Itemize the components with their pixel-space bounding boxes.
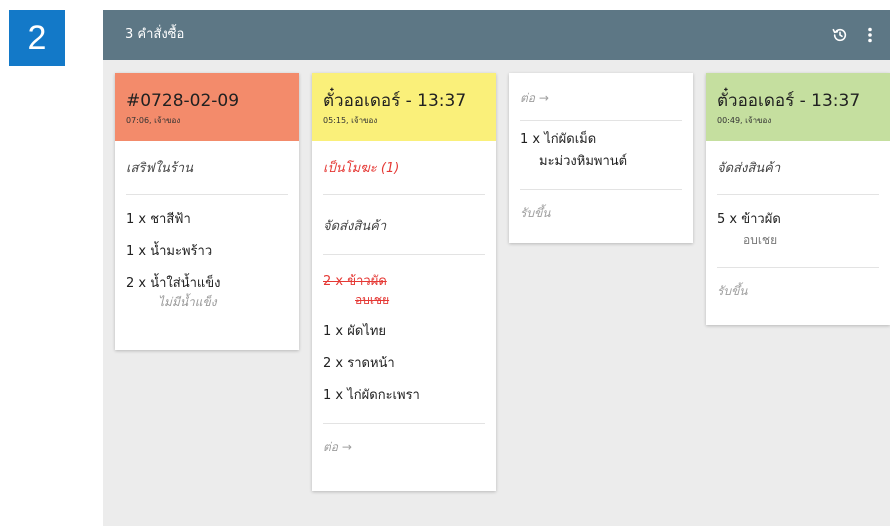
kitchen-display-screen: 3 คำสั่งซื้อ #0728-02-09 07:06, เจ้าของ … [103,10,890,526]
order-title: #0728-02-09 [126,91,240,111]
order-card[interactable]: ตั๋วออเดอร์ - 13:37 00:49, เจ้าของ จัดส่… [706,73,890,325]
order-card-continued[interactable]: ต่อ → 1 x ไก่ผัดเม็ดมะม่วงหิมพานต์ รับขึ… [509,73,693,243]
picked-up-label[interactable]: รับขึ้น [520,190,682,233]
dining-option-label: จัดส่งสินค้า [323,219,387,234]
order-title: ตั๋วออเดอร์ - 13:37 [323,91,467,111]
dining-option-label: เสริฟในร้าน [126,161,193,176]
continued-label[interactable]: ต่อ → [323,424,485,467]
order-items: 1 x ไก่ผัดเม็ดมะม่วงหิมพานต์ [520,121,682,190]
order-title: ตั๋วออเดอร์ - 13:37 [717,91,861,111]
order-item-text: 1 x ชาสีฟ้า [126,212,191,227]
item-modifier: อบเชย [355,293,390,307]
order-item-text: 1 x น้ำมะพร้าว [126,244,213,259]
order-item[interactable]: 1 x ผัดไทย [323,323,485,341]
order-section: จัดส่งสินค้า [717,141,879,195]
item-modifier: อบเชย [743,233,778,247]
item-modifier: ไม่มีน้ำแข็ง [158,295,217,309]
order-items: 1 x ชาสีฟ้า 1 x น้ำมะพร้าว 2 x น้ำใส่น้ำ… [126,195,288,331]
order-item-text: 1 x ไก่ผัดเม็ด [520,132,597,147]
order-item[interactable]: 1 x น้ำมะพร้าว [126,243,288,261]
order-items: 2 x ข้าวผัด อบเชย 1 x ผัดไทย 2 x ราดหน้า … [323,255,485,424]
order-meta: 05:15, เจ้าของ [323,116,378,125]
top-app-bar: 3 คำสั่งซื้อ [103,10,890,60]
item-modifier: มะม่วงหิมพานต์ [539,154,628,169]
order-item[interactable]: 2 x ราดหน้า [323,355,485,373]
order-item-voided[interactable]: 2 x ข้าวผัดอบเชย [323,273,485,309]
voided-label[interactable]: เป็นโมฆะ (1) [323,141,485,194]
order-card-header: #0728-02-09 07:06, เจ้าของ [115,73,299,141]
order-item-text: 2 x ราดหน้า [323,356,395,371]
order-item[interactable]: 2 x น้ำใส่น้ำแข็งไม่มีน้ำแข็ง [126,275,288,311]
order-section: เสริฟในร้าน [126,141,288,195]
order-card[interactable]: #0728-02-09 07:06, เจ้าของ เสริฟในร้าน 1… [115,73,299,350]
order-meta: 00:49, เจ้าของ [717,116,772,125]
more-vert-icon[interactable] [859,22,881,48]
order-section: รับขึ้น [520,190,682,233]
order-section: ต่อ → [323,424,485,467]
order-item-text: 2 x น้ำใส่น้ำแข็ง [126,276,221,291]
picked-up-label[interactable]: รับขึ้น [717,268,879,311]
order-item-text: 1 x ผัดไทย [323,324,387,339]
order-item-text: 2 x ข้าวผัด [323,274,387,289]
step-number-badge: 2 [9,10,65,66]
order-meta: 07:06, เจ้าของ [126,116,181,125]
continued-label[interactable]: ต่อ → [520,73,682,120]
order-section: จัดส่งสินค้า [323,195,485,255]
order-card-header: ตั๋วออเดอร์ - 13:37 05:15, เจ้าของ [312,73,496,141]
order-card-header: ตั๋วออเดอร์ - 13:37 00:49, เจ้าของ [706,73,890,141]
order-item-text: 1 x ไก่ผัดกะเพรา [323,388,420,403]
order-item[interactable]: 5 x ข้าวผัดอบเชย [717,211,879,249]
order-item-text: 5 x ข้าวผัด [717,212,781,227]
orders-count-title: 3 คำสั่งซื้อ [125,27,185,42]
order-item[interactable]: 1 x ชาสีฟ้า [126,211,288,229]
history-icon[interactable] [827,22,853,48]
dining-option-label: จัดส่งสินค้า [717,161,781,176]
order-section: ต่อ → [520,73,682,121]
order-section: รับขึ้น [717,268,879,311]
order-items: 5 x ข้าวผัดอบเชย [717,195,879,268]
order-card[interactable]: ตั๋วออเดอร์ - 13:37 05:15, เจ้าของ เป็นโ… [312,73,496,491]
order-item[interactable]: 1 x ไก่ผัดเม็ดมะม่วงหิมพานต์ [520,131,682,171]
order-section: เป็นโมฆะ (1) [323,141,485,195]
order-item[interactable]: 1 x ไก่ผัดกะเพรา [323,387,485,405]
